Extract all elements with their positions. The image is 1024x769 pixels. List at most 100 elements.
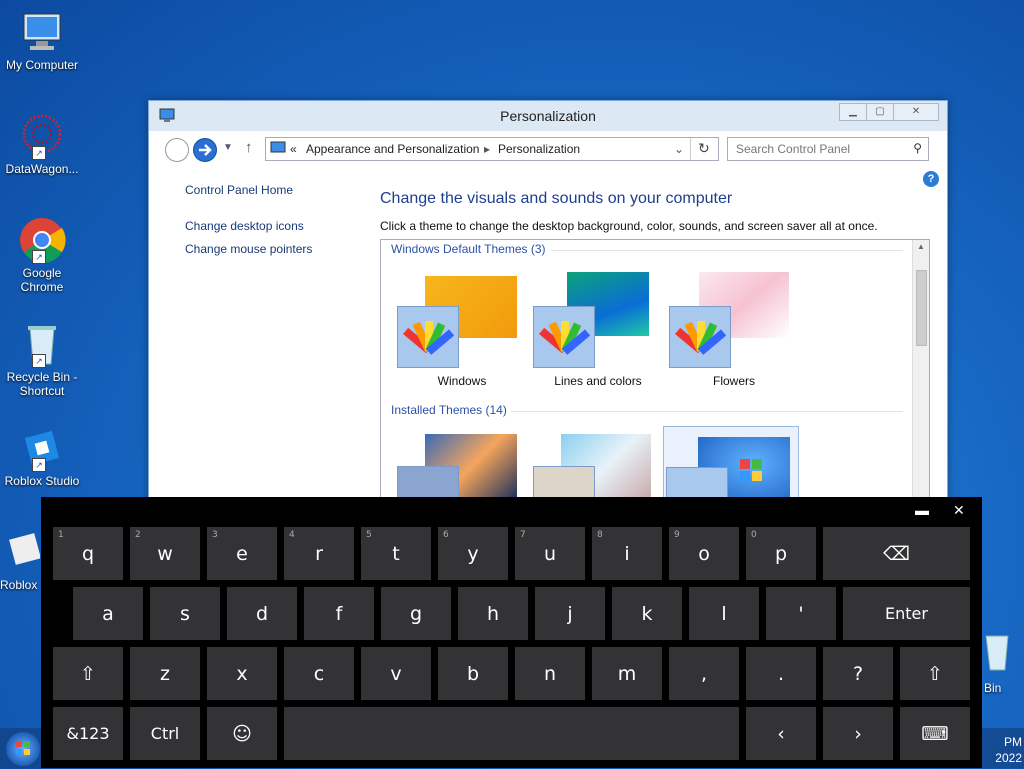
breadcrumb-separator-icon[interactable]: ▸ bbox=[484, 142, 490, 156]
recent-pages-dropdown[interactable]: ▼ bbox=[223, 142, 233, 153]
key-shift-right[interactable]: ⇧ bbox=[900, 647, 970, 700]
sidebar-link-change-desktop-icons[interactable]: Change desktop icons bbox=[185, 219, 304, 233]
key-space[interactable] bbox=[284, 707, 739, 760]
desktop-icon-roblox-studio[interactable]: ↗ Roblox Studio bbox=[0, 424, 84, 488]
key-label: p bbox=[774, 542, 788, 565]
theme-windows[interactable]: Windows bbox=[395, 268, 529, 388]
key-k[interactable]: k bbox=[612, 587, 682, 640]
desktop-icon-roblox[interactable]: Roblox bbox=[0, 528, 40, 592]
key-c[interactable]: c bbox=[284, 647, 354, 700]
address-bar[interactable]: « Appearance and Personalization ▸ Perso… bbox=[265, 137, 719, 161]
key-e[interactable]: 3e bbox=[207, 527, 277, 580]
desktop-icon-google-chrome[interactable]: ↗ Google Chrome bbox=[0, 216, 84, 294]
breadcrumb-appearance[interactable]: Appearance and Personalization bbox=[306, 142, 479, 156]
desktop-icon-recycle-bin[interactable]: ↗ Recycle Bin - Shortcut bbox=[0, 320, 84, 398]
taskbar-clock[interactable]: PM 2022 bbox=[995, 734, 1022, 766]
key-y[interactable]: 6y bbox=[438, 527, 508, 580]
breadcrumb-overflow[interactable]: « bbox=[290, 142, 297, 156]
key-label: j bbox=[567, 602, 573, 625]
key-l[interactable]: l bbox=[689, 587, 759, 640]
key-ctrl[interactable]: Ctrl bbox=[130, 707, 200, 760]
key-a[interactable]: a bbox=[73, 587, 143, 640]
key-n[interactable]: n bbox=[515, 647, 585, 700]
shortcut-arrow-icon: ↗ bbox=[32, 354, 46, 368]
key-enter[interactable]: Enter bbox=[843, 587, 970, 640]
key-shift-left[interactable]: ⇧ bbox=[53, 647, 123, 700]
theme-lines-and-colors[interactable]: Lines and colors bbox=[531, 268, 665, 388]
touch-keyboard: ▬ ✕ 1q 2w 3e 4r 5t 6y 7u 8i 9o 0p ⌫ a s … bbox=[41, 497, 982, 768]
key-x[interactable]: x bbox=[207, 647, 277, 700]
maximize-button[interactable]: ▢ bbox=[866, 103, 894, 121]
shortcut-arrow-icon: ↗ bbox=[32, 250, 46, 264]
dock-keyboard-button[interactable]: ▬ bbox=[915, 502, 929, 520]
address-dropdown-icon[interactable]: ⌄ bbox=[674, 142, 684, 156]
key-t[interactable]: 5t bbox=[361, 527, 431, 580]
key-comma[interactable]: , bbox=[669, 647, 739, 700]
personalization-window: Personalization ▁ ▢ ✕ ▼ ↑ « Appearance a… bbox=[148, 100, 948, 522]
key-z[interactable]: z bbox=[130, 647, 200, 700]
themes-scrollbar[interactable]: ▲ bbox=[912, 240, 929, 522]
key-d[interactable]: d bbox=[227, 587, 297, 640]
desktop-icon-label: My Computer bbox=[5, 58, 79, 72]
key-label: q bbox=[81, 542, 95, 565]
help-icon[interactable]: ? bbox=[923, 171, 939, 187]
key-emoji[interactable]: ☺ bbox=[207, 707, 277, 760]
scroll-up-icon[interactable]: ▲ bbox=[917, 242, 925, 251]
close-button[interactable]: ✕ bbox=[893, 103, 939, 121]
desktop-icon-my-computer[interactable]: My Computer bbox=[0, 8, 84, 72]
key-g[interactable]: g bbox=[381, 587, 451, 640]
desktop-icon-label: DataWagon... bbox=[5, 162, 79, 176]
key-h[interactable]: h bbox=[458, 587, 528, 640]
key-label: . bbox=[777, 662, 785, 685]
key-i[interactable]: 8i bbox=[592, 527, 662, 580]
key-o[interactable]: 9o bbox=[669, 527, 739, 580]
key-right-arrow[interactable]: › bbox=[823, 707, 893, 760]
search-input[interactable]: Search Control Panel ⚲ bbox=[727, 137, 929, 161]
refresh-icon[interactable]: ↻ bbox=[698, 140, 710, 157]
desktop-icon-bin-partial[interactable]: Bin bbox=[984, 630, 1024, 700]
key-q[interactable]: 1q bbox=[53, 527, 123, 580]
key-b[interactable]: b bbox=[438, 647, 508, 700]
desktop-icon-label: Roblox Studio bbox=[4, 474, 80, 488]
forward-button[interactable] bbox=[193, 138, 217, 162]
key-j[interactable]: j bbox=[535, 587, 605, 640]
back-button[interactable] bbox=[165, 138, 189, 162]
key-w[interactable]: 2w bbox=[130, 527, 200, 580]
desktop-icon-datawagon[interactable]: ↗ DataWagon... bbox=[0, 112, 84, 176]
key-label: &123 bbox=[66, 724, 110, 743]
up-button[interactable]: ↑ bbox=[245, 139, 253, 156]
clock-time: PM bbox=[1004, 735, 1022, 749]
minimize-button[interactable]: ▁ bbox=[839, 103, 867, 121]
key-left-arrow[interactable]: ‹ bbox=[746, 707, 816, 760]
scrollbar-thumb[interactable] bbox=[916, 270, 927, 346]
key-apostrophe[interactable]: ' bbox=[766, 587, 836, 640]
key-question[interactable]: ? bbox=[823, 647, 893, 700]
key-label: h bbox=[486, 602, 500, 625]
key-m[interactable]: m bbox=[592, 647, 662, 700]
key-v[interactable]: v bbox=[361, 647, 431, 700]
close-keyboard-button[interactable]: ✕ bbox=[953, 502, 965, 520]
key-s[interactable]: s bbox=[150, 587, 220, 640]
start-button[interactable] bbox=[6, 732, 40, 766]
key-keyboard-options[interactable]: ⌨ bbox=[900, 707, 970, 760]
title-bar[interactable]: Personalization ▁ ▢ ✕ bbox=[149, 101, 947, 131]
key-symbols[interactable]: &123 bbox=[53, 707, 123, 760]
theme-label: Flowers bbox=[712, 374, 755, 388]
sidebar-link-control-panel-home[interactable]: Control Panel Home bbox=[185, 183, 293, 197]
breadcrumb-personalization[interactable]: Personalization bbox=[498, 142, 580, 156]
key-f[interactable]: f bbox=[304, 587, 374, 640]
keyboard-icon: ⌨ bbox=[921, 722, 949, 745]
recycle-bin-icon bbox=[984, 630, 1024, 675]
chrome-icon: ↗ bbox=[18, 216, 66, 264]
key-period[interactable]: . bbox=[746, 647, 816, 700]
key-number: 5 bbox=[366, 530, 372, 540]
sidebar-link-change-mouse-pointers[interactable]: Change mouse pointers bbox=[185, 242, 312, 256]
key-u[interactable]: 7u bbox=[515, 527, 585, 580]
window-title: Personalization bbox=[500, 108, 596, 124]
theme-flowers[interactable]: Flowers bbox=[667, 268, 801, 388]
key-p[interactable]: 0p bbox=[746, 527, 816, 580]
key-backspace[interactable]: ⌫ bbox=[823, 527, 970, 580]
key-label: ? bbox=[852, 662, 864, 685]
search-icon[interactable]: ⚲ bbox=[913, 141, 922, 155]
key-r[interactable]: 4r bbox=[284, 527, 354, 580]
